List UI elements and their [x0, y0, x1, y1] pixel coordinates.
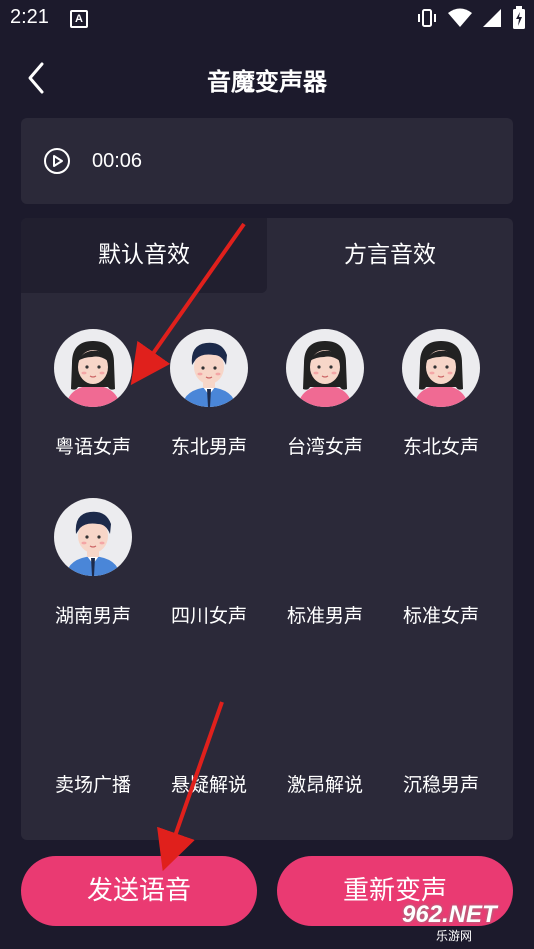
effect-item[interactable]: 激昂解说: [265, 642, 385, 796]
female-avatar-icon: [54, 329, 132, 407]
effect-label: 东北男声: [170, 436, 247, 458]
effect-item[interactable]: 东北男声: [149, 304, 269, 458]
effect-item[interactable]: 四川女声: [149, 473, 269, 627]
effect-label: 四川女声: [170, 605, 247, 627]
effect-item[interactable]: 标准女声: [381, 473, 501, 627]
tab-dialect-effects[interactable]: 方言音效: [267, 218, 513, 293]
effect-item[interactable]: 悬疑解说: [149, 642, 269, 796]
status-icons: [416, 6, 526, 30]
effect-item[interactable]: 东北女声: [381, 304, 501, 458]
effect-label: 沉稳男声: [402, 774, 479, 796]
page-title: 音魔变声器: [207, 68, 327, 96]
audio-player[interactable]: 00:06: [21, 118, 513, 204]
play-circle-icon[interactable]: [43, 147, 71, 175]
effects-panel: 默认音效 方言音效 粤语女声 东北男声 台湾女声 东北女声 湖南男声 四川女声 …: [21, 218, 513, 840]
effect-item[interactable]: 卖场广播: [33, 642, 153, 796]
female-avatar-icon: [402, 329, 480, 407]
effect-label: 悬疑解说: [170, 774, 247, 796]
effect-label: 标准男声: [286, 605, 363, 627]
effect-label: 激昂解说: [286, 774, 363, 796]
send-voice-button[interactable]: 发送语音: [21, 856, 257, 926]
male-avatar-icon: [170, 329, 248, 407]
header: 音魔变声器: [0, 44, 534, 110]
effect-label: 湖南男声: [54, 605, 131, 627]
male-avatar-icon: [54, 498, 132, 576]
status-bar: 2:21 A: [0, 0, 534, 36]
effect-item[interactable]: 沉稳男声: [381, 642, 501, 796]
watermark-main: 962.NET: [402, 901, 497, 928]
signal-icon: [483, 9, 501, 27]
effect-label: 粤语女声: [54, 436, 131, 458]
effect-item[interactable]: 粤语女声: [33, 304, 153, 458]
watermark-sub: 乐游网: [436, 929, 473, 943]
status-time: 2:21: [10, 6, 49, 28]
notification-icon: A: [70, 10, 88, 28]
effect-item[interactable]: 标准男声: [265, 473, 385, 627]
battery-icon: [513, 6, 525, 29]
audio-duration: 00:06: [92, 150, 143, 172]
effect-label: 东北女声: [402, 436, 479, 458]
watermark-logo: 962.NET 乐游网: [402, 901, 528, 943]
effect-label: 卖场广播: [54, 774, 131, 796]
effect-label: 台湾女声: [286, 436, 363, 458]
tab-default-effects[interactable]: 默认音效: [21, 218, 267, 293]
female-avatar-icon: [286, 329, 364, 407]
wifi-icon: [448, 8, 472, 27]
effect-item[interactable]: 台湾女声: [265, 304, 385, 458]
vibrate-icon: [418, 9, 436, 27]
effect-item[interactable]: 湖南男声: [33, 473, 153, 627]
effect-label: 标准女声: [402, 605, 479, 627]
